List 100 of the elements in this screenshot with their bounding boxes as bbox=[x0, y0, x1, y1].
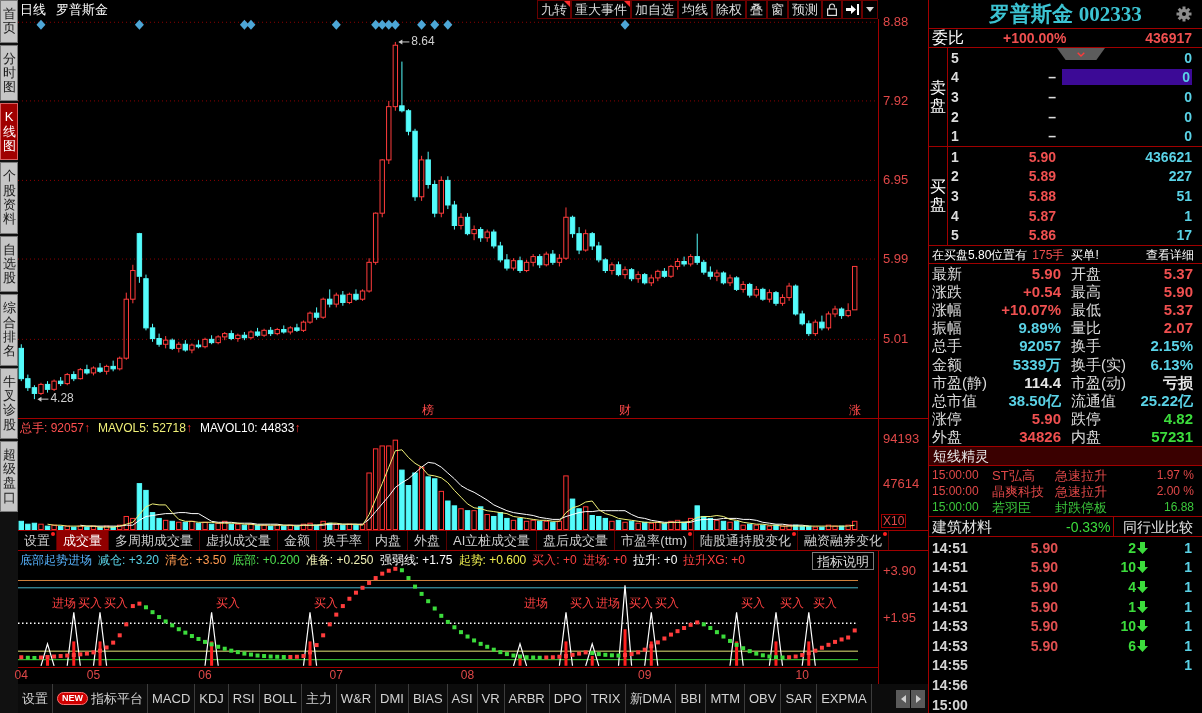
tab[interactable]: ASI bbox=[447, 684, 478, 713]
alert-value: 2.00 % bbox=[1156, 485, 1194, 497]
tab[interactable]: 金额 bbox=[278, 531, 317, 550]
industry-change: -0.33% bbox=[1066, 519, 1111, 534]
order-level: 1 bbox=[950, 129, 960, 144]
toolbar-button[interactable]: 九转 bbox=[537, 0, 571, 19]
tab[interactable]: 盘后成交量 bbox=[537, 531, 616, 550]
details-link[interactable]: 查看详细 bbox=[1146, 248, 1194, 261]
tab[interactable]: 外盘 bbox=[408, 531, 447, 550]
tab[interactable]: VR bbox=[477, 684, 505, 713]
tab[interactable]: RSI bbox=[228, 684, 260, 713]
field-value: 6.13% bbox=[1150, 356, 1193, 372]
lock-button[interactable] bbox=[822, 0, 842, 19]
legend-item: 强弱线: +1.75 bbox=[379, 553, 453, 567]
trade-volume: 10 bbox=[1120, 619, 1136, 634]
dropdown-button[interactable] bbox=[862, 0, 878, 19]
tab[interactable]: NEW 指标平台 bbox=[53, 684, 148, 713]
tab[interactable]: BBI bbox=[676, 684, 707, 713]
order-price: – bbox=[1048, 129, 1056, 144]
sidebar-tab[interactable]: 超级盘口 bbox=[0, 440, 18, 512]
left-arrow-icon bbox=[37, 396, 49, 402]
tab[interactable]: W&R bbox=[336, 684, 377, 713]
tab[interactable]: 融资融券变化 bbox=[798, 531, 889, 550]
toolbar-button[interactable]: 窗 bbox=[767, 0, 788, 19]
toolbar-button[interactable]: 加自选 bbox=[631, 0, 678, 19]
order-volume: 0 bbox=[1184, 49, 1192, 66]
field-label: 量比 bbox=[1071, 320, 1101, 336]
tab[interactable]: 主力 bbox=[301, 684, 337, 713]
tab[interactable]: TRIX bbox=[586, 684, 626, 713]
tab[interactable]: 设置 bbox=[18, 684, 53, 713]
order-level: 5 bbox=[950, 50, 960, 65]
sidebar-tab[interactable]: 个股资料 bbox=[0, 162, 18, 234]
tab[interactable]: DPO bbox=[549, 684, 587, 713]
tab[interactable]: 虚拟成交量 bbox=[200, 531, 278, 550]
tab[interactable]: 内盘 bbox=[369, 531, 408, 550]
tab[interactable]: MTM bbox=[706, 684, 745, 713]
field-label: 外盘 bbox=[932, 429, 962, 445]
stock-name: 罗普斯金 bbox=[56, 3, 108, 16]
field-label: 涨幅 bbox=[932, 302, 962, 317]
notice-amount: 175手 bbox=[1032, 248, 1065, 261]
collapse-button[interactable] bbox=[1057, 48, 1105, 60]
axis-label: +3.90 bbox=[883, 563, 916, 578]
tab[interactable]: OBV bbox=[745, 684, 782, 713]
field-value: 436917 bbox=[1145, 31, 1192, 45]
tab[interactable]: 多周期成交量 bbox=[109, 531, 200, 550]
sidebar-tab[interactable]: 牛叉诊股 bbox=[0, 367, 18, 439]
toolbar-button[interactable]: 除权 bbox=[712, 0, 746, 19]
sidebar-tab[interactable]: 自选股 bbox=[0, 235, 18, 293]
field-value: 5.37 bbox=[1163, 302, 1193, 317]
help-button[interactable]: 指标说明 bbox=[812, 552, 874, 570]
tab[interactable]: 换手率 bbox=[317, 531, 369, 550]
period-label: 日线 bbox=[20, 3, 46, 16]
field-label: 换手(实) bbox=[1071, 356, 1126, 372]
trade-price: 5.90 bbox=[1030, 638, 1058, 653]
sidebar-tab[interactable]: K线图 bbox=[0, 103, 18, 161]
signal-label: 买入 bbox=[104, 597, 129, 611]
signal-label: 买入 bbox=[812, 597, 837, 611]
toolbar-button[interactable]: 预测 bbox=[788, 0, 822, 19]
tab[interactable]: MACD bbox=[148, 684, 196, 713]
order-level: 3 bbox=[950, 189, 960, 203]
field-value: 9.89% bbox=[1018, 320, 1061, 336]
field-label: 总手 bbox=[932, 338, 962, 354]
field-label: 总市值 bbox=[932, 393, 977, 408]
arrow-to-bar-icon bbox=[845, 4, 859, 15]
compare-button[interactable]: 同行业比较 bbox=[1113, 517, 1202, 536]
legend-item: 准备: +0.250 bbox=[305, 553, 374, 567]
tab[interactable]: 市盈率(ttm) bbox=[615, 531, 694, 550]
tab[interactable]: EXPMA bbox=[817, 684, 872, 713]
tab[interactable]: KDJ bbox=[195, 684, 229, 713]
tab[interactable]: BOLL bbox=[259, 684, 302, 713]
tab[interactable]: SAR bbox=[781, 684, 818, 713]
arrow-bar-button[interactable] bbox=[842, 0, 862, 19]
field-value: 38.50亿 bbox=[1008, 393, 1061, 408]
sidebar-tab[interactable]: 分时图 bbox=[0, 44, 18, 102]
legend-item: 拉升: +0 bbox=[632, 553, 678, 567]
tab[interactable]: 陆股通持股变化 bbox=[694, 531, 798, 550]
sidebar-tab[interactable]: 首页 bbox=[0, 0, 18, 43]
trade-volume: 6 bbox=[1128, 638, 1136, 653]
tab[interactable]: ARBR bbox=[504, 684, 550, 713]
scroll-right-button[interactable] bbox=[911, 689, 925, 708]
legend-item: 拉升XG: +0 bbox=[683, 553, 745, 567]
toolbar-button[interactable]: 叠 bbox=[746, 0, 767, 19]
tab[interactable]: DMI bbox=[376, 684, 409, 713]
sidebar-tab[interactable]: 综合排名 bbox=[0, 294, 18, 366]
order-price: 5.90 bbox=[1028, 149, 1056, 164]
tab[interactable]: 成交量 bbox=[57, 531, 109, 550]
order-volume: 1 bbox=[1184, 207, 1192, 224]
toolbar-button[interactable]: 重大事件 bbox=[571, 0, 631, 19]
legend-item: 买入: +0 bbox=[532, 553, 577, 567]
toolbar-button[interactable]: 均线 bbox=[678, 0, 712, 19]
field-value: 57231 bbox=[1151, 429, 1193, 445]
tab[interactable]: 新DMA bbox=[625, 684, 677, 713]
trade-time: 14:51 bbox=[932, 580, 969, 594]
tab[interactable]: AI立桩成交量 bbox=[447, 531, 538, 550]
settings-icon[interactable] bbox=[1176, 6, 1192, 22]
legend-item: 总手: 92057↑ bbox=[20, 421, 91, 435]
field-label: 委比 bbox=[932, 30, 965, 46]
tab[interactable]: BIAS bbox=[408, 684, 448, 713]
scroll-left-button[interactable] bbox=[896, 689, 910, 708]
field-value: 5.90 bbox=[1163, 283, 1193, 299]
